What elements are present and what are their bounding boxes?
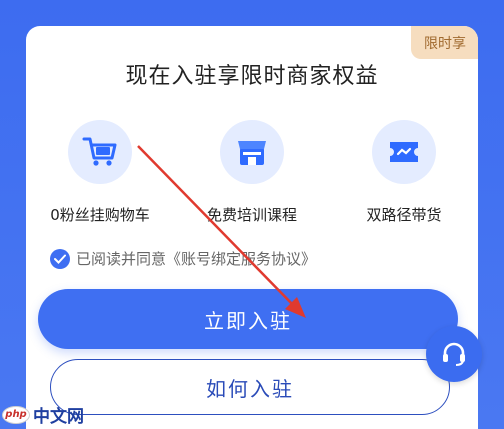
ticket-icon	[372, 120, 436, 184]
benefit-training: 免费培训课程	[182, 120, 322, 225]
benefit-dual-path: 双路径带货	[334, 120, 474, 225]
agreement-link[interactable]: 《账号绑定服务协议》	[166, 248, 316, 269]
limited-time-badge: 限时享	[411, 26, 478, 59]
checkmark-icon[interactable]	[50, 248, 70, 269]
customer-service-button[interactable]	[426, 326, 482, 382]
benefit-label-cart: 0粉丝挂购物车	[50, 206, 150, 224]
watermark: php 中文网	[2, 402, 84, 427]
agreement-row[interactable]: 已阅读并同意 《账号绑定服务协议》	[50, 248, 316, 269]
watermark-text: 中文网	[33, 407, 84, 427]
agreement-text: 已阅读并同意	[76, 250, 167, 268]
storefront-icon	[220, 120, 284, 184]
benefit-label-dual-path: 双路径带货	[366, 206, 442, 224]
benefit-label-training: 免费培训课程	[206, 206, 297, 224]
benefit-cart: 0粉丝挂购物车	[30, 120, 170, 225]
merchant-benefits-card: 限时享 现在入驻享限时商家权益 0粉丝挂购物车 免费培训课程 双路径带货 已阅读…	[26, 26, 478, 429]
page-title: 现在入驻享限时商家权益	[125, 64, 379, 89]
headset-icon	[443, 342, 465, 366]
how-to-join-button[interactable]: 如何入驻	[50, 359, 450, 415]
shopping-cart-icon	[68, 120, 132, 184]
join-now-button[interactable]: 立即入驻	[38, 289, 458, 349]
php-logo-icon: php	[2, 405, 30, 424]
